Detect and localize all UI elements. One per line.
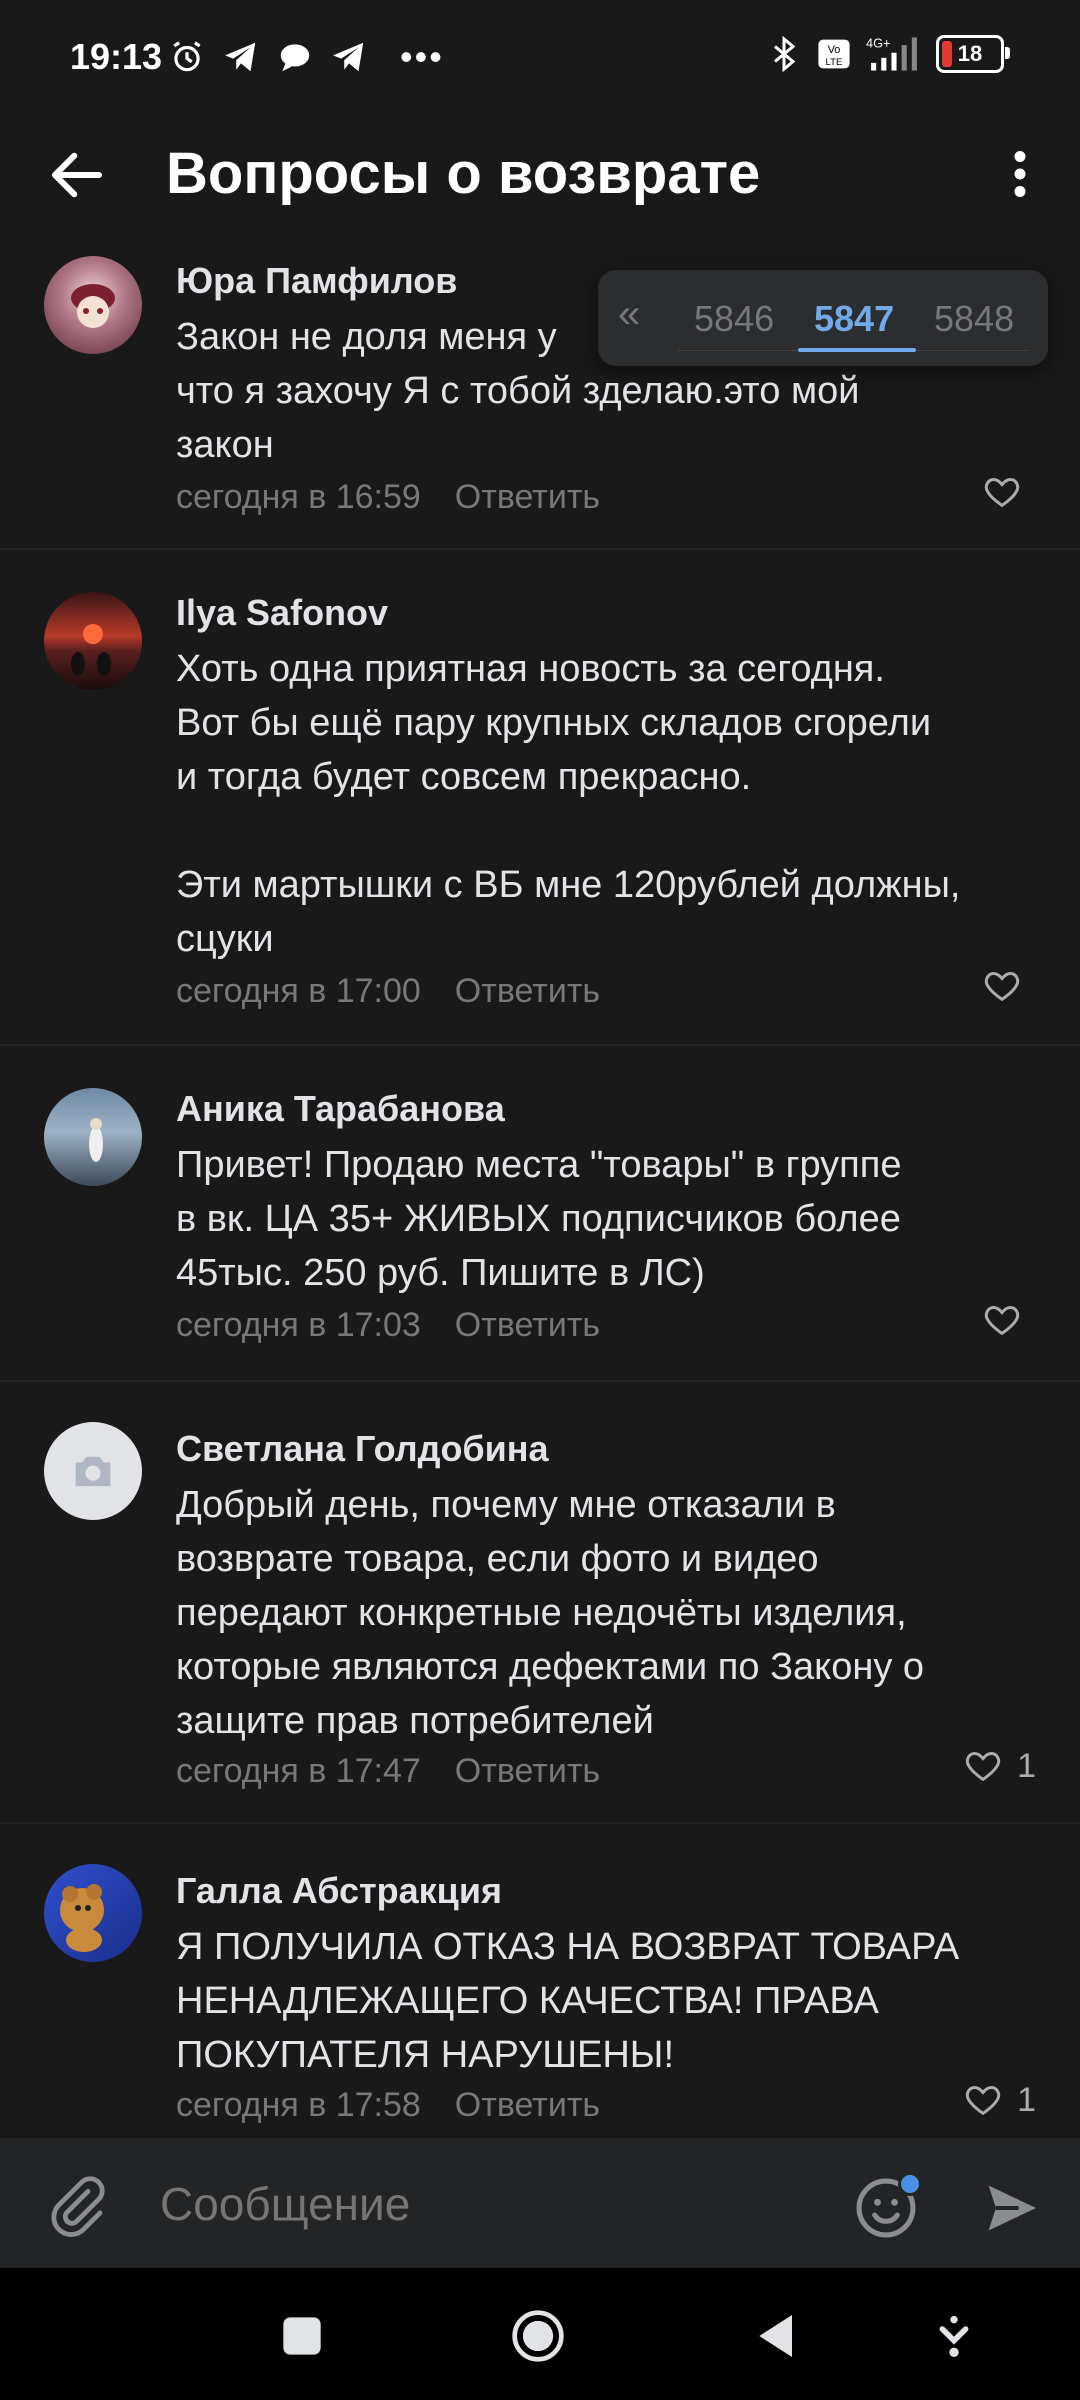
svg-text:4G+: 4G+ <box>866 36 890 51</box>
comment-time: сегодня в 17:58 <box>176 2086 421 2124</box>
comment-meta: сегодня в 17:03 Ответить <box>176 1306 600 1345</box>
current-page-indicator <box>798 348 916 352</box>
like-button[interactable] <box>982 1300 1036 1340</box>
reply-button[interactable]: Ответить <box>455 972 600 1011</box>
comment-text: Хоть одна приятная новость за сегодня. В… <box>176 648 961 960</box>
heart-icon <box>984 477 1020 508</box>
battery-level: 18 <box>957 41 983 66</box>
first-page-button[interactable]: « <box>618 292 640 337</box>
like-count: 1 <box>1017 2080 1036 2119</box>
more-notifications-icon: ••• <box>400 36 444 77</box>
page-navigator: « 5846 5847 5848 <box>598 270 1048 366</box>
battery-icon: 18 <box>936 35 1010 73</box>
message-input[interactable] <box>158 2168 822 2240</box>
page-5846[interactable]: 5846 <box>694 298 774 340</box>
home-icon[interactable] <box>510 2308 566 2364</box>
more-options-icon[interactable] <box>990 144 1050 204</box>
emoji-notification-dot <box>898 2172 922 2196</box>
comment-author[interactable]: Ilya Safonov <box>176 592 388 634</box>
reply-button[interactable]: Ответить <box>455 1306 600 1345</box>
comment-time: сегодня в 16:59 <box>176 478 421 516</box>
send-icon[interactable] <box>980 2178 1042 2238</box>
back-icon[interactable] <box>750 2308 806 2364</box>
divider <box>0 1044 1080 1046</box>
like-button[interactable] <box>982 472 1036 512</box>
system-icons: Vo LTE 4G+ 18 <box>766 34 1010 74</box>
comment-author[interactable]: Галла Абстракция <box>176 1870 502 1912</box>
heart-icon <box>965 1751 1001 1782</box>
comment-meta: сегодня в 17:58 Ответить <box>176 2086 600 2125</box>
like-count: 1 <box>1017 1746 1036 1785</box>
avatar[interactable] <box>44 1864 142 1962</box>
like-button[interactable]: 1 <box>963 2080 1036 2120</box>
divider <box>0 548 1080 550</box>
system-nav-bar <box>0 2268 1080 2400</box>
message-composer <box>0 2138 1080 2268</box>
camera-icon <box>75 1456 111 1487</box>
reply-button[interactable]: Ответить <box>455 1752 600 1791</box>
comment-time: сегодня в 17:47 <box>176 1752 421 1790</box>
comment-text: Добрый день, почему мне отказали в возвр… <box>176 1484 925 1742</box>
notification-icons: ••• <box>168 36 444 78</box>
comment-author[interactable]: Юра Памфилов <box>176 260 457 302</box>
comment-text: Я ПОЛУЧИЛА ОТКАЗ НА ВОЗВРАТ ТОВАРА НЕНАД… <box>176 1926 960 2076</box>
svg-text:LTE: LTE <box>826 57 843 68</box>
reply-button[interactable]: Ответить <box>455 2086 600 2125</box>
comment-author[interactable]: Светлана Голдобина <box>176 1428 549 1470</box>
alarm-icon <box>173 41 201 72</box>
divider <box>0 1822 1080 1824</box>
comment-text: Привет! Продаю места "товары" в группе в… <box>176 1144 902 1294</box>
page-5848[interactable]: 5848 <box>934 298 1014 340</box>
signal-icon: 4G+ <box>866 36 917 71</box>
reply-button[interactable]: Ответить <box>455 478 600 517</box>
telegram-icon <box>225 42 256 72</box>
comment-meta: сегодня в 16:59 Ответить <box>176 478 600 517</box>
page-5847-current[interactable]: 5847 <box>814 298 894 340</box>
status-time: 19:13 <box>70 36 163 77</box>
attach-icon[interactable] <box>44 2174 108 2238</box>
bluetooth-icon <box>774 35 796 73</box>
page-title: Вопросы о возврате <box>166 141 761 206</box>
status-bar: 19:13 ••• Vo LTE 4G+ 18 <box>0 0 1080 118</box>
chat-bubble-icon <box>280 44 310 72</box>
comment-author[interactable]: Аника Тарабанова <box>176 1088 505 1130</box>
comment-meta: сегодня в 17:47 Ответить <box>176 1752 600 1791</box>
avatar[interactable] <box>44 256 142 354</box>
heart-icon <box>984 1305 1020 1336</box>
divider <box>0 1380 1080 1382</box>
avatar[interactable] <box>44 1422 142 1520</box>
like-button[interactable] <box>982 966 1036 1006</box>
volte-icon: VoLTE <box>818 39 850 69</box>
telegram-icon <box>333 42 364 72</box>
recents-icon[interactable] <box>274 2308 330 2364</box>
comment-time: сегодня в 17:00 <box>176 972 421 1010</box>
nav-collapse-icon[interactable] <box>926 2308 982 2364</box>
like-button[interactable]: 1 <box>963 1746 1036 1786</box>
app-header: Вопросы о возврате <box>0 118 1080 238</box>
back-arrow-icon[interactable] <box>44 142 110 208</box>
avatar[interactable] <box>44 592 142 690</box>
svg-text:Vo: Vo <box>828 44 841 56</box>
heart-icon <box>984 971 1020 1002</box>
comment-time: сегодня в 17:03 <box>176 1306 421 1344</box>
heart-icon <box>965 2085 1001 2116</box>
avatar[interactable] <box>44 1088 142 1186</box>
comment-meta: сегодня в 17:00 Ответить <box>176 972 600 1011</box>
